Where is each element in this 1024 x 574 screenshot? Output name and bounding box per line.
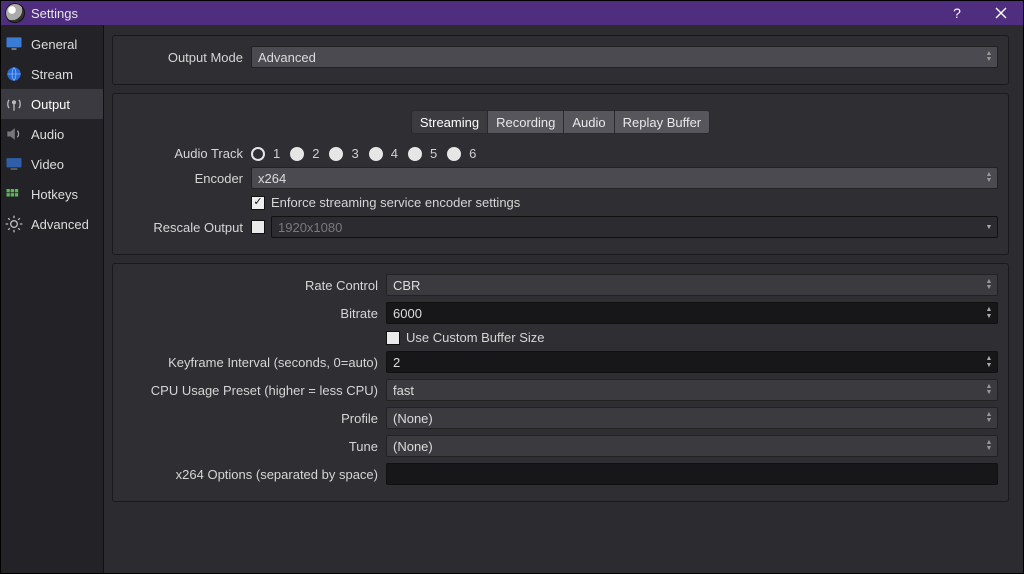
custom-buffer-size-checkbox[interactable]: Use Custom Buffer Size (386, 330, 544, 345)
app-icon (5, 3, 25, 23)
tab-replay-buffer[interactable]: Replay Buffer (615, 110, 711, 134)
encoder-value: x264 (258, 171, 286, 186)
spinner-icon[interactable]: ▲▼ (983, 352, 995, 372)
audio-track-6[interactable]: 6 (447, 146, 476, 161)
output-mode-select[interactable]: Advanced ▲▼ (251, 46, 998, 68)
dropdown-arrow-icon: ▼ (983, 217, 995, 237)
window-title: Settings (31, 6, 78, 21)
rescale-output-value: 1920x1080 ▼ (271, 216, 998, 238)
output-mode-group: Output Mode Advanced ▲▼ (112, 35, 1009, 85)
cpu-preset-value: fast (393, 383, 414, 398)
body: General Stream Output Audio (1, 25, 1023, 573)
radio-icon (251, 147, 265, 161)
close-icon (995, 7, 1007, 19)
display-icon (3, 153, 25, 175)
gear-icon (3, 213, 25, 235)
radio-icon (369, 147, 383, 161)
encoder-select[interactable]: x264 ▲▼ (251, 167, 998, 189)
tune-label: Tune (123, 439, 386, 454)
tune-value: (None) (393, 439, 433, 454)
sidebar-item-label: Hotkeys (31, 187, 78, 202)
output-mode-value: Advanced (258, 50, 316, 65)
rescale-output-label: Rescale Output (123, 220, 251, 235)
profile-value: (None) (393, 411, 433, 426)
select-arrows-icon: ▲▼ (983, 408, 995, 428)
select-arrows-icon: ▲▼ (983, 168, 995, 188)
tab-audio[interactable]: Audio (564, 110, 614, 134)
sidebar-item-stream[interactable]: Stream (1, 59, 103, 89)
settings-sidebar: General Stream Output Audio (1, 25, 104, 573)
bitrate-label: Bitrate (123, 306, 386, 321)
sidebar-item-output[interactable]: Output (1, 89, 103, 119)
select-arrows-icon: ▲▼ (983, 436, 995, 456)
keyboard-icon (3, 183, 25, 205)
rate-control-value: CBR (393, 278, 420, 293)
rate-control-label: Rate Control (123, 278, 386, 293)
encoder-settings-group: Rate Control CBR ▲▼ Bitrate 6000 ▲▼ (112, 263, 1009, 502)
encoder-label: Encoder (123, 171, 251, 186)
output-streaming-group: Streaming Recording Audio Replay Buffer … (112, 93, 1009, 255)
radio-icon (329, 147, 343, 161)
keyframe-interval-label: Keyframe Interval (seconds, 0=auto) (123, 355, 386, 370)
radio-icon (290, 147, 304, 161)
profile-select[interactable]: (None) ▲▼ (386, 407, 998, 429)
sidebar-item-label: Video (31, 157, 64, 172)
broadcast-icon (3, 93, 25, 115)
close-button[interactable] (979, 1, 1023, 25)
tune-select[interactable]: (None) ▲▼ (386, 435, 998, 457)
spinner-icon[interactable]: ▲▼ (983, 303, 995, 323)
sidebar-item-hotkeys[interactable]: Hotkeys (1, 179, 103, 209)
x264-options-input[interactable] (386, 463, 998, 485)
radio-icon (447, 147, 461, 161)
tab-recording[interactable]: Recording (488, 110, 564, 134)
sidebar-item-label: Advanced (31, 217, 89, 232)
select-arrows-icon: ▲▼ (983, 47, 995, 67)
settings-window: Settings ? General Stream (0, 0, 1024, 574)
select-arrows-icon: ▲▼ (983, 380, 995, 400)
rate-control-select[interactable]: CBR ▲▼ (386, 274, 998, 296)
sidebar-item-label: Output (31, 97, 70, 112)
rescale-output-checkbox[interactable] (251, 220, 265, 234)
monitor-icon (3, 33, 25, 55)
sidebar-item-audio[interactable]: Audio (1, 119, 103, 149)
speaker-icon (3, 123, 25, 145)
sidebar-item-general[interactable]: General (1, 29, 103, 59)
audio-track-4[interactable]: 4 (369, 146, 398, 161)
sidebar-item-video[interactable]: Video (1, 149, 103, 179)
help-button[interactable]: ? (935, 1, 979, 25)
sidebar-item-label: Stream (31, 67, 73, 82)
select-arrows-icon: ▲▼ (983, 275, 995, 295)
audio-track-label: Audio Track (123, 146, 251, 161)
globe-icon (3, 63, 25, 85)
x264-options-label: x264 Options (separated by space) (123, 467, 386, 482)
title-bar: Settings ? (1, 1, 1023, 25)
bitrate-input[interactable]: 6000 ▲▼ (386, 302, 998, 324)
cpu-preset-label: CPU Usage Preset (higher = less CPU) (123, 383, 386, 398)
audio-track-3[interactable]: 3 (329, 146, 358, 161)
audio-track-radios: 1 2 3 4 5 6 (251, 146, 476, 161)
keyframe-interval-input[interactable]: 2 ▲▼ (386, 351, 998, 373)
output-settings-pane: Output Mode Advanced ▲▼ Streaming Record… (104, 25, 1023, 573)
audio-track-2[interactable]: 2 (290, 146, 319, 161)
cpu-preset-select[interactable]: fast ▲▼ (386, 379, 998, 401)
tab-streaming[interactable]: Streaming (411, 110, 488, 134)
sidebar-item-label: General (31, 37, 77, 52)
checkbox-icon (251, 196, 265, 210)
sidebar-item-label: Audio (31, 127, 64, 142)
checkbox-icon (386, 331, 400, 345)
profile-label: Profile (123, 411, 386, 426)
output-tabs: Streaming Recording Audio Replay Buffer (123, 110, 998, 134)
radio-icon (408, 147, 422, 161)
audio-track-1[interactable]: 1 (251, 146, 280, 161)
enforce-encoder-settings[interactable]: Enforce streaming service encoder settin… (251, 195, 520, 210)
output-mode-label: Output Mode (123, 50, 251, 65)
sidebar-item-advanced[interactable]: Advanced (1, 209, 103, 239)
audio-track-5[interactable]: 5 (408, 146, 437, 161)
